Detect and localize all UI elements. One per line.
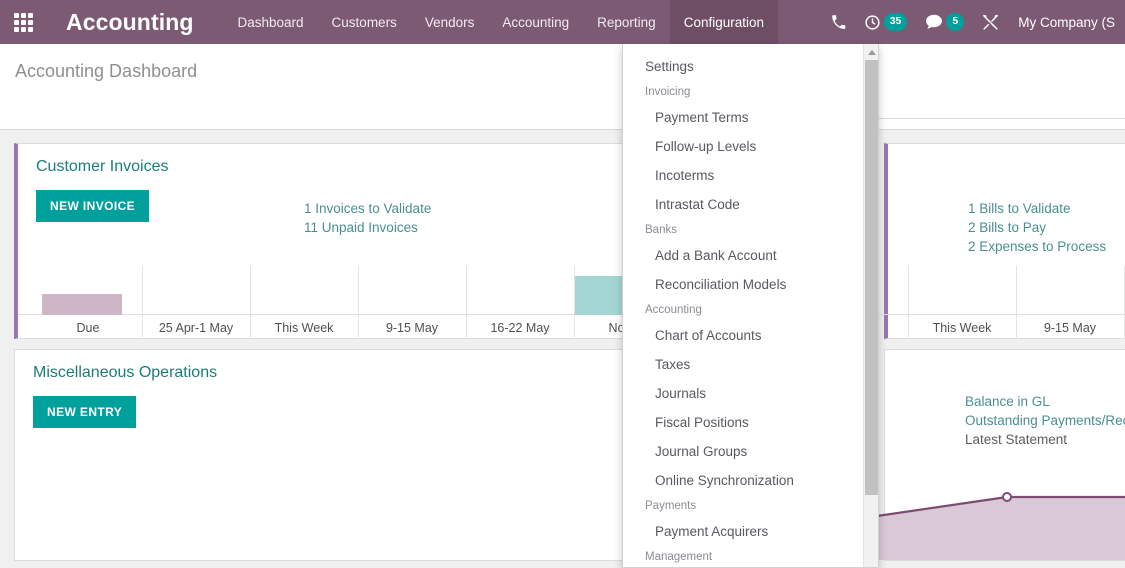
kpi-row: 1 Bills to Validate: [968, 199, 1125, 218]
kpi-row: Outstanding Payments/Rec: [965, 411, 1125, 430]
dropdown-section-payments: Payments: [645, 500, 697, 512]
dropdown-item-settings[interactable]: Settings: [623, 52, 865, 81]
dropdown-item-follow-up-levels[interactable]: Follow-up Levels: [623, 132, 865, 161]
chart-x-axis: y This Week 9-15 May: [860, 315, 1125, 339]
kpi-outstanding-payments[interactable]: Outstanding Payments/Rec: [965, 413, 1125, 428]
dropdown-item-intrastat-code[interactable]: Intrastat Code: [623, 190, 865, 219]
chart-xtick: 9-15 May: [385, 321, 439, 335]
dropdown-item-chart-of-accounts[interactable]: Chart of Accounts: [623, 321, 865, 350]
dropdown-item-journals[interactable]: Journals: [623, 379, 865, 408]
dropdown-item-fiscal-positions[interactable]: Fiscal Positions: [623, 408, 865, 437]
card-vendor-bills: 1 Bills to Validate 2 Bills to Pay 2 Exp…: [860, 143, 1125, 339]
dropdown-item-add-a-bank-account[interactable]: Add a Bank Account: [623, 241, 865, 270]
activity-menu-button[interactable]: 35: [855, 0, 917, 44]
wrench-tools-icon: [982, 14, 999, 31]
chat-bubble-icon: [925, 14, 943, 30]
phone-icon: [831, 14, 846, 30]
menu-item-customers[interactable]: Customers: [318, 0, 411, 44]
kpi-bills-to-pay[interactable]: 2 Bills to Pay: [968, 220, 1046, 235]
messages-count-badge: 5: [946, 13, 965, 31]
menu-item-dashboard[interactable]: Dashboard: [224, 0, 318, 44]
kpi-row: 2 Bills to Pay: [968, 218, 1125, 237]
chart-bank-balance-trend[interactable]: [877, 470, 1125, 562]
apps-menu-button[interactable]: [0, 0, 46, 44]
dropdown-section-accounting: Accounting: [645, 304, 702, 316]
dropdown-item-journal-groups[interactable]: Journal Groups: [623, 437, 865, 466]
dropdown-item-payment-acquirers[interactable]: Payment Acquirers: [623, 517, 865, 546]
menu-item-reporting[interactable]: Reporting: [583, 0, 670, 44]
top-navbar: Accounting Dashboard Customers Vendors A…: [0, 0, 1125, 44]
chart-xtick: 9-15 May: [1043, 321, 1097, 335]
dropdown-item-online-synchronization[interactable]: Online Synchronization: [623, 466, 865, 495]
apps-grid-icon: [13, 12, 33, 32]
kpi-row: Balance in GL: [965, 392, 1125, 411]
kpi-bills-to-validate[interactable]: 1 Bills to Validate: [968, 201, 1071, 216]
chart-xtick: This Week: [274, 321, 334, 335]
dropdown-scrollbar[interactable]: [863, 44, 878, 567]
vendor-bills-kpis: 1 Bills to Validate 2 Bills to Pay 2 Exp…: [968, 199, 1125, 256]
kpi-unpaid-invoices[interactable]: 11 Unpaid Invoices: [304, 218, 418, 237]
chart-xtick: Due: [76, 321, 100, 335]
search-view-divider: [878, 118, 1125, 119]
messaging-menu-button[interactable]: 5: [916, 0, 973, 44]
kpi-balance-in-gl[interactable]: Balance in GL: [965, 394, 1050, 409]
dropdown-scroll-area: Settings Invoicing Payment Terms Follow-…: [623, 44, 865, 567]
systray: 35 5 My Company (S: [822, 0, 1125, 44]
chart-vendor-bills-aging[interactable]: y This Week 9-15 May: [860, 266, 1125, 339]
new-invoice-button[interactable]: NEW INVOICE: [36, 190, 150, 222]
dropdown-item-incoterms[interactable]: Incoterms: [623, 161, 865, 190]
main-menu: Dashboard Customers Vendors Accounting R…: [224, 0, 779, 44]
breadcrumb[interactable]: Accounting Dashboard: [15, 61, 197, 82]
dropdown-item-reconciliation-models[interactable]: Reconciliation Models: [623, 270, 865, 299]
dropdown-item-payment-terms[interactable]: Payment Terms: [623, 103, 865, 132]
kpi-latest-statement: Latest Statement: [965, 432, 1068, 447]
dropdown-item-taxes[interactable]: Taxes: [623, 350, 865, 379]
chart-bar-due: [42, 294, 122, 315]
configuration-dropdown-menu: Settings Invoicing Payment Terms Follow-…: [622, 44, 879, 568]
bank-trend-svg: [877, 492, 1125, 560]
menu-item-accounting[interactable]: Accounting: [488, 0, 583, 44]
app-brand-title[interactable]: Accounting: [66, 9, 194, 36]
chart-xtick: 16-22 May: [490, 321, 550, 335]
scroll-up-arrow-icon[interactable]: [864, 44, 878, 60]
dropdown-section-banks: Banks: [645, 224, 677, 236]
user-menu[interactable]: My Company (S: [1008, 0, 1123, 44]
chart-xtick: 25 Apr-1 May: [158, 321, 234, 335]
kpi-expenses-to-process[interactable]: 2 Expenses to Process: [968, 239, 1106, 254]
kpi-invoices-to-validate[interactable]: 1 Invoices to Validate: [304, 199, 431, 218]
clock-activity-icon: [864, 14, 881, 31]
kpi-row: 2 Expenses to Process: [968, 237, 1125, 256]
bank-kpis: Balance in GL Outstanding Payments/Rec L…: [965, 392, 1125, 449]
odoo-accounting-dashboard-screen: Accounting Dashboard Customers Vendors A…: [0, 0, 1125, 568]
dropdown-section-management: Management: [645, 551, 713, 563]
activity-count-badge: 35: [883, 13, 908, 31]
kpi-row: Latest Statement: [965, 430, 1125, 449]
scrollbar-thumb[interactable]: [865, 60, 878, 495]
dashboard-body: Customer Invoices NEW INVOICE 1 Invoices…: [0, 131, 1125, 568]
menu-item-configuration[interactable]: Configuration: [669, 0, 779, 44]
card-bank: Balance in GL Outstanding Payments/Rec L…: [877, 349, 1125, 561]
menu-item-vendors[interactable]: Vendors: [411, 0, 489, 44]
dropdown-section-invoicing: Invoicing: [645, 86, 691, 98]
new-entry-button[interactable]: NEW ENTRY: [33, 396, 137, 428]
phone-button[interactable]: [822, 0, 855, 44]
debug-menu-button[interactable]: [973, 0, 1008, 44]
chart-xtick: This Week: [932, 321, 992, 335]
